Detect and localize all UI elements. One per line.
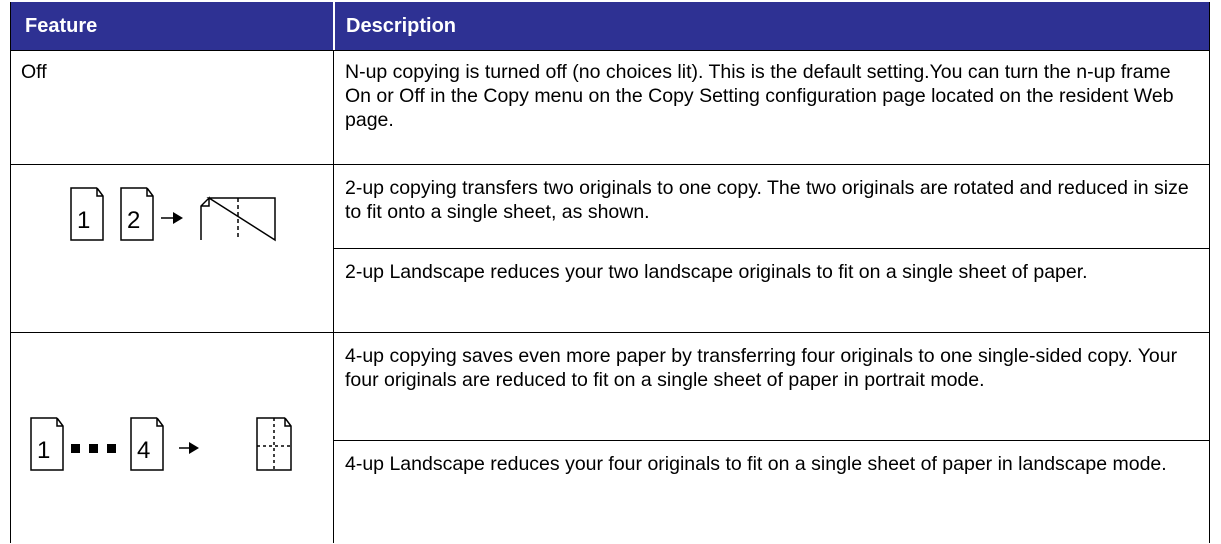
2-up-page-1-label: 1 — [77, 207, 90, 234]
description-4-up-landscape: 4-up Landscape reduces your four origina… — [345, 453, 1167, 475]
table-header: Feature Description — [11, 2, 1209, 50]
feature-table: Feature Description Off N-up copying is … — [10, 2, 1210, 543]
row-divider — [11, 332, 1209, 333]
4-up-icon: 1 4 — [30, 417, 292, 471]
header-divider — [333, 2, 335, 50]
4-up-page-4-label: 4 — [137, 437, 150, 464]
description-4-up: 4-up copying saves even more paper by tr… — [345, 345, 1178, 391]
row-divider — [11, 50, 1209, 51]
4-up-page-1-label: 1 — [37, 437, 50, 464]
description-2-up: 2-up copying transfers two originals to … — [345, 177, 1189, 223]
header-feature: Feature — [25, 15, 98, 37]
header-description: Description — [346, 15, 457, 37]
column-divider — [333, 50, 334, 543]
2-up-icon: 1 2 — [70, 187, 276, 242]
row-divider — [333, 248, 1209, 249]
row-divider — [333, 440, 1209, 441]
description-2-up-landscape: 2-up Landscape reduces your two landscap… — [345, 261, 1088, 283]
feature-off: Off — [21, 61, 47, 83]
row-divider — [11, 164, 1209, 165]
description-off: N-up copying is turned off (no choices l… — [345, 61, 1174, 131]
2-up-page-2-label: 2 — [127, 207, 140, 234]
